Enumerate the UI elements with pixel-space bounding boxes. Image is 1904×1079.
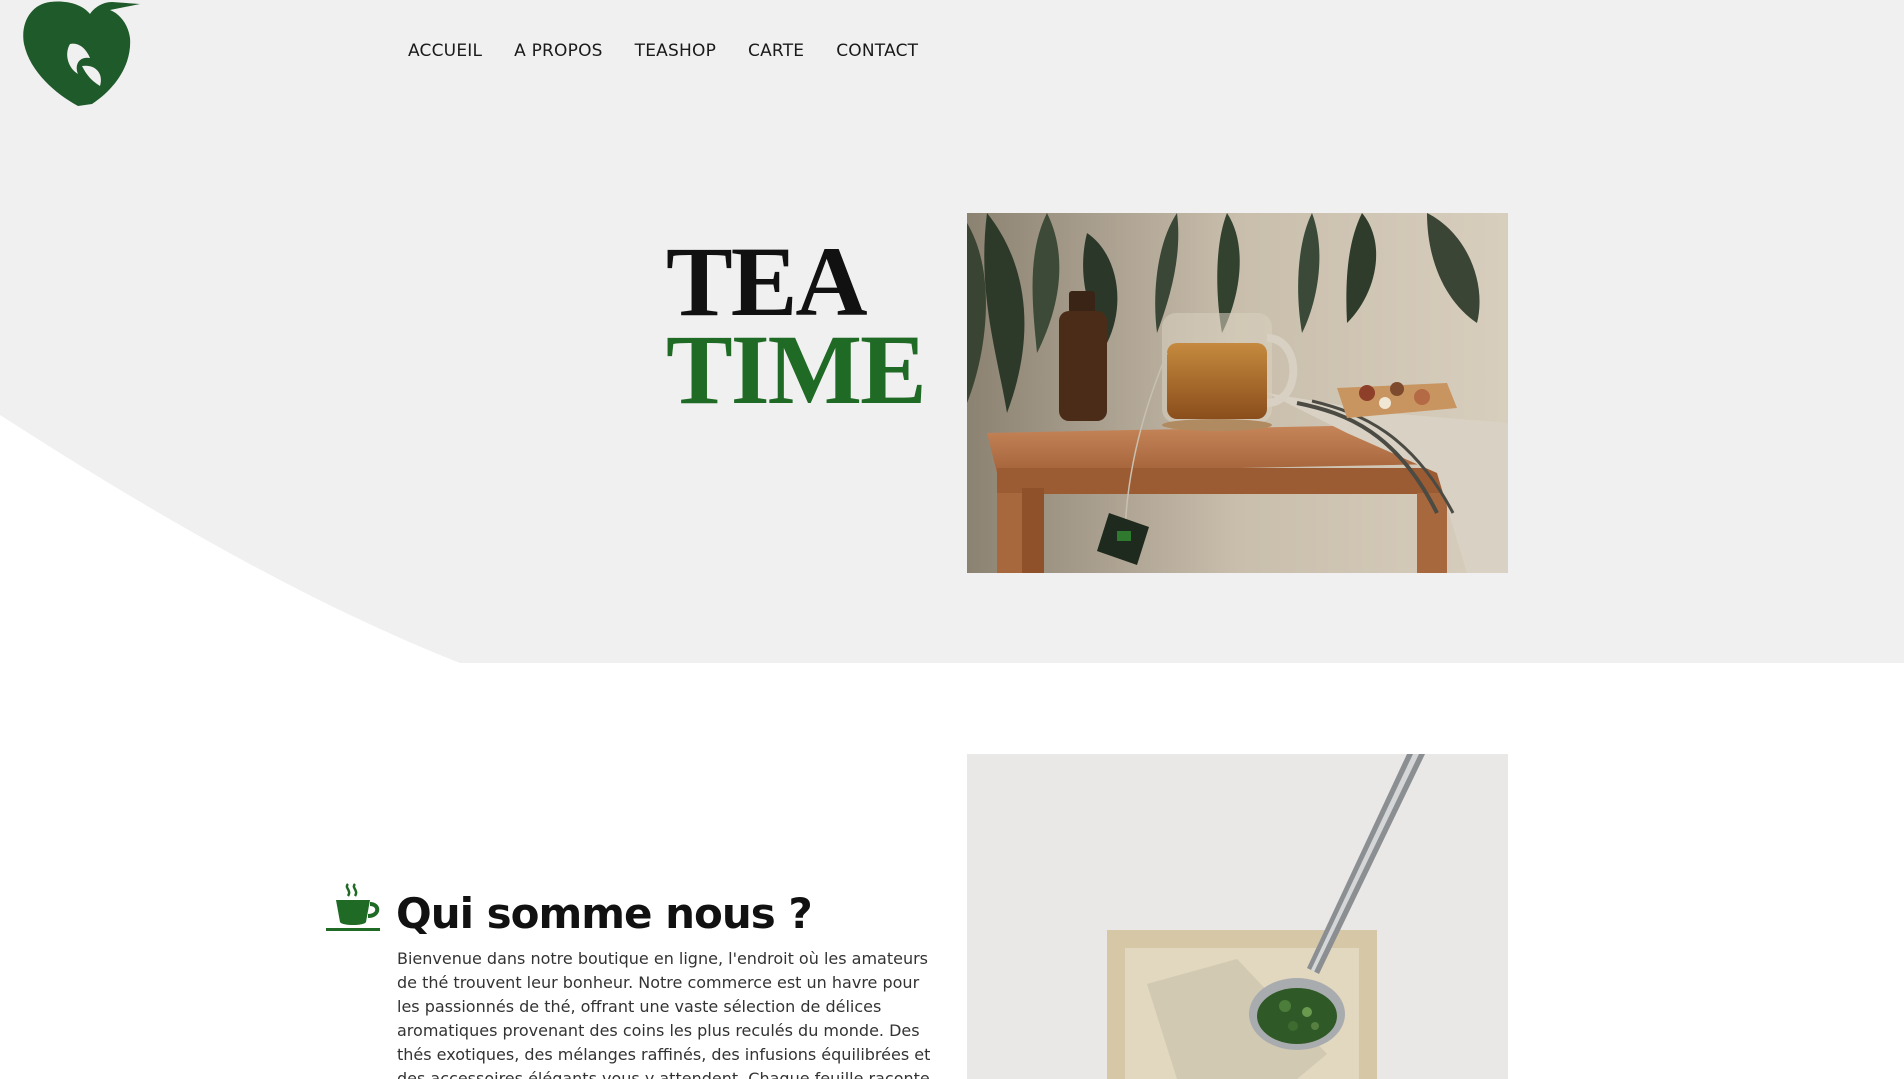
about-image [967,754,1508,1079]
hero-title: TEA TIME [666,226,927,425]
loose-tea-spoon-illustration [967,754,1508,1079]
nav-a-propos[interactable]: A PROPOS [514,41,603,61]
about-title: Qui somme nous ? [396,889,813,938]
main-nav: ACCUEIL A PROPOS TEASHOP CARTE CONTACT [408,41,918,61]
hero-title-line-2: TIME [666,314,927,425]
hero-image [967,213,1508,573]
hero-background [0,0,1904,663]
nav-teashop[interactable]: TEASHOP [635,41,716,61]
nav-accueil[interactable]: ACCUEIL [408,41,482,61]
nav-carte[interactable]: CARTE [748,41,804,61]
hero-title-line-1: TEA [666,226,868,337]
brand-logo[interactable] [20,0,144,108]
about-text: Bienvenue dans notre boutique en ligne, … [397,949,931,1079]
tea-cup-on-stool-illustration [967,213,1508,573]
nav-contact[interactable]: CONTACT [836,41,918,61]
teacup-icon [326,883,380,931]
